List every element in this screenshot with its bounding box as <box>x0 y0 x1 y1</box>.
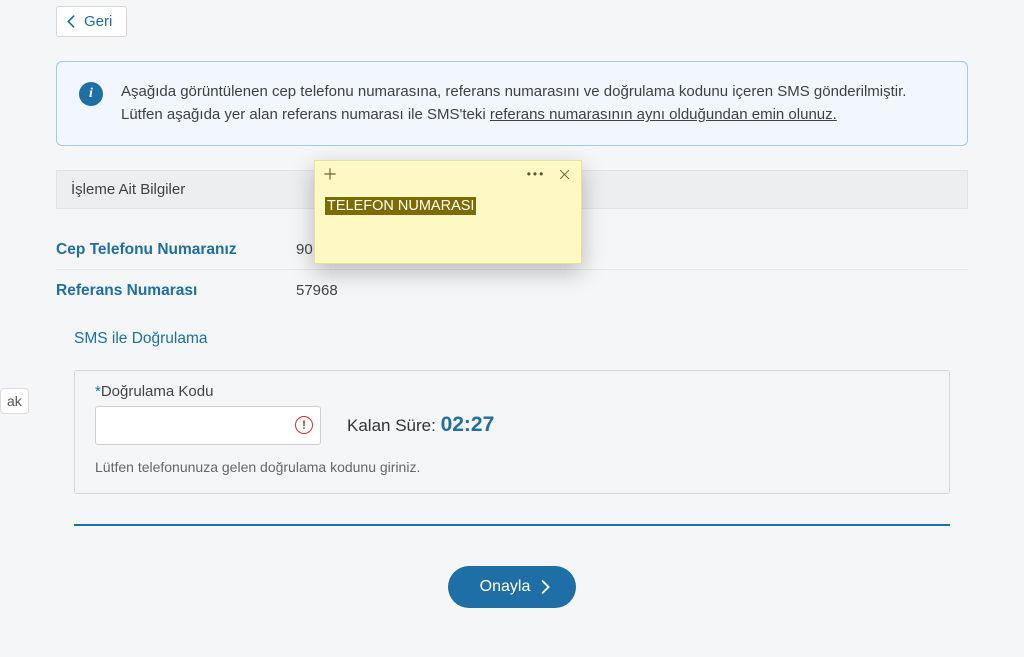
reference-row: Referans Numarası 57968 <box>56 270 968 310</box>
code-hint: Lütfen telefonunuza gelen doğrulama kodu… <box>95 459 929 475</box>
info-icon: i <box>79 82 103 106</box>
timer-value: 02:27 <box>441 413 495 436</box>
info-text: Aşağıda görüntülenen cep telefonu numara… <box>121 80 906 127</box>
back-button-label: Geri <box>84 13 112 30</box>
timer-label: Kalan Süre: <box>347 416 441 435</box>
alert-line1: Aşağıda görüntülenen cep telefonu numara… <box>121 83 906 100</box>
verification-code-input[interactable] <box>95 406 321 445</box>
back-button[interactable]: Geri <box>56 6 127 37</box>
code-input-wrap: ! <box>95 406 321 445</box>
chevron-right-icon <box>540 580 550 594</box>
alert-line2-prefix: Lütfen aşağıda yer alan referans numaras… <box>121 106 490 123</box>
timer: Kalan Süre: 02:27 <box>347 413 494 437</box>
verification-card: *Doğrulama Kodu ! Kalan Süre: 02:27 Lütf… <box>74 370 950 494</box>
reference-label: Referans Numarası <box>56 282 296 300</box>
info-alert: i Aşağıda görüntülenen cep telefonu numa… <box>56 61 968 146</box>
code-field-label: *Doğrulama Kodu <box>95 383 929 400</box>
sticky-note-toolbar: ••• <box>315 161 581 187</box>
code-field-row: ! Kalan Süre: 02:27 <box>95 406 929 445</box>
chevron-left-icon <box>67 15 76 28</box>
phone-label: Cep Telefonu Numaranız <box>56 241 296 259</box>
sticky-note-highlight: TELEFON NUMARASI <box>325 197 476 215</box>
reference-value: 57968 <box>296 282 338 299</box>
sticky-note-body[interactable]: TELEFON NUMARASI <box>315 187 581 224</box>
phone-value: 90 <box>296 241 313 258</box>
sms-verify-title: SMS ile Doğrulama <box>56 310 968 370</box>
add-note-icon[interactable] <box>321 165 339 183</box>
confirm-button[interactable]: Onayla <box>448 566 577 608</box>
footer: Onayla <box>74 524 950 608</box>
sticky-note[interactable]: ••• TELEFON NUMARASI <box>314 160 582 264</box>
page-content: Geri i Aşağıda görüntülenen cep telefonu… <box>40 0 1024 657</box>
alert-line2-underlined: referans numarasının aynı olduğundan emi… <box>490 106 837 123</box>
error-icon: ! <box>295 416 313 434</box>
left-panel-fragment: ak <box>0 388 29 414</box>
confirm-button-label: Onayla <box>480 578 531 596</box>
close-icon[interactable] <box>555 165 573 183</box>
more-icon[interactable]: ••• <box>527 165 545 183</box>
